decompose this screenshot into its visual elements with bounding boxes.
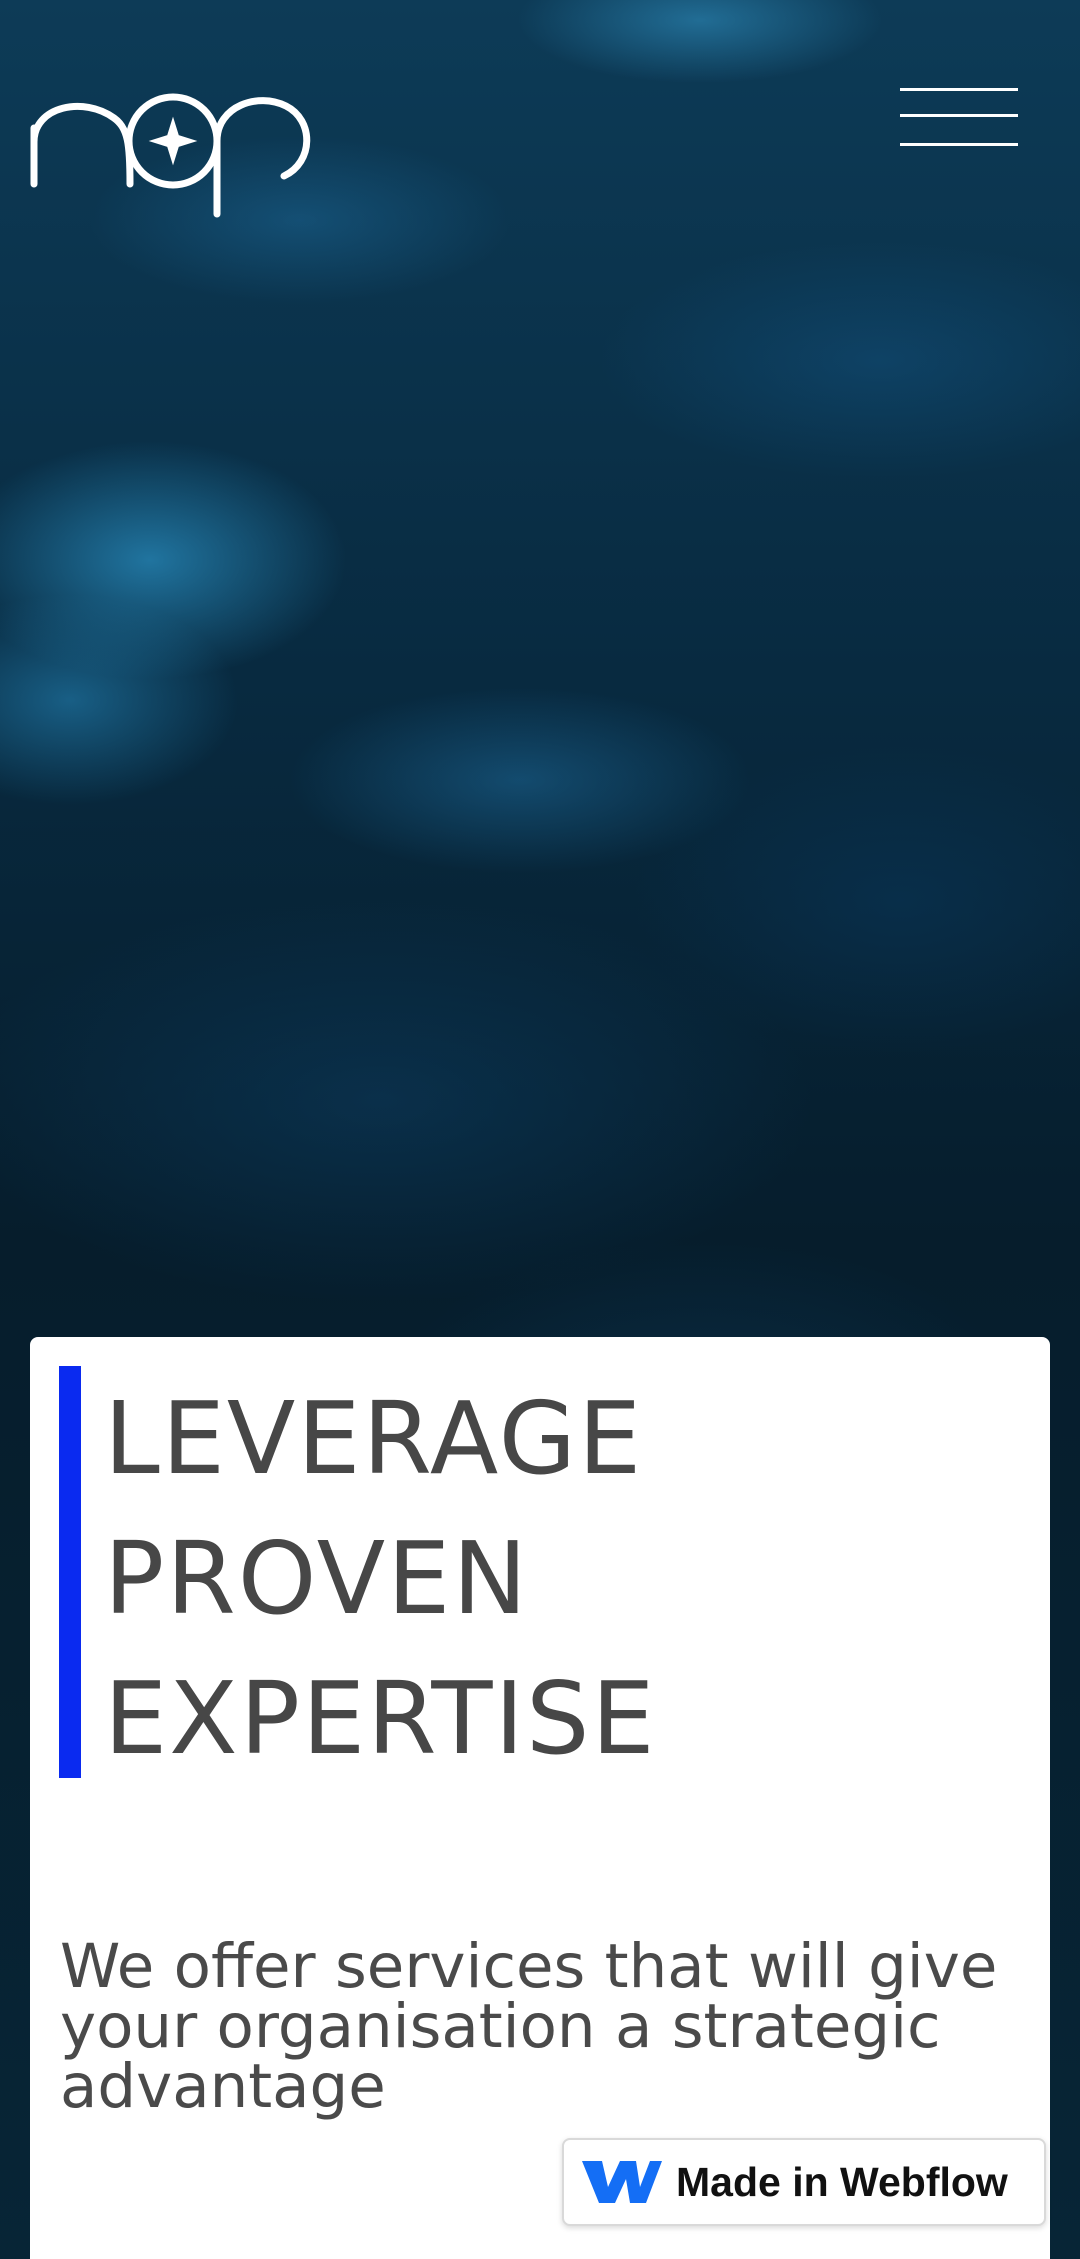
headline-line: PROVEN [104,1520,530,1637]
hamburger-menu-icon [900,88,1018,91]
hero-headline: LEVERAGE PROVEN EXPERTISE [104,1369,1004,1789]
headline-line: EXPERTISE [104,1660,657,1777]
webflow-logo-icon [582,2161,662,2203]
badge-label: Made in Webflow [676,2158,1008,2205]
menu-bar-middle [900,114,1018,117]
hero-card: LEVERAGE PROVEN EXPERTISE We offer servi… [30,1337,1050,2259]
site-logo[interactable] [28,84,318,224]
accent-bar [59,1366,81,1778]
menu-bar-bottom [900,143,1018,146]
menu-button[interactable] [896,80,1022,152]
hero-subtitle: We offer services that will give your or… [60,1931,998,2122]
headline-line: LEVERAGE [104,1380,644,1497]
made-in-webflow-badge[interactable]: Made in Webflow [562,2138,1046,2226]
nsp-logo-icon [30,93,311,218]
